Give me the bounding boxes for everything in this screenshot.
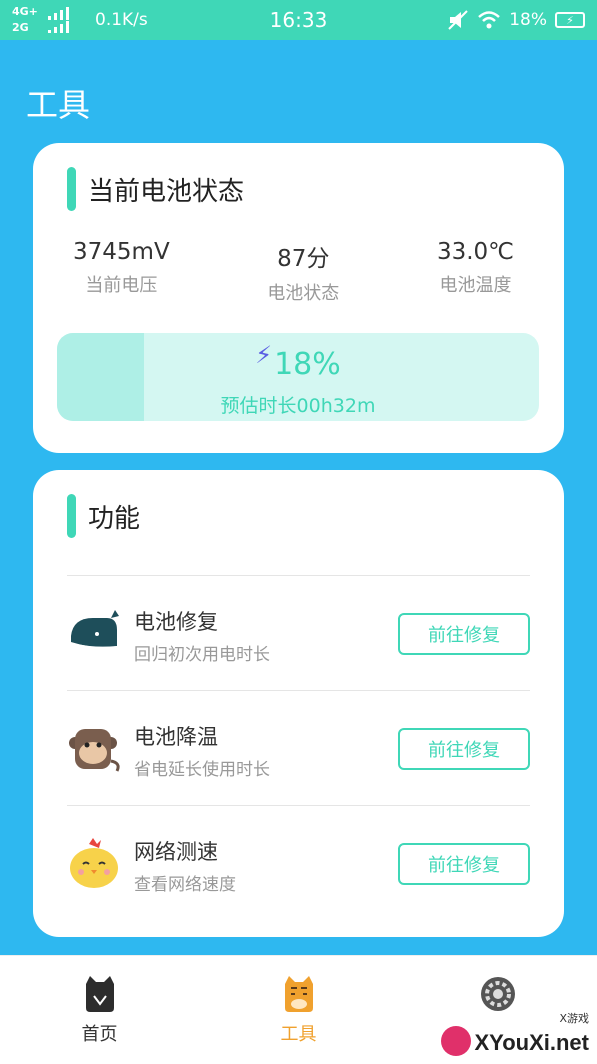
watermark-small: X游戏 <box>559 1012 589 1025</box>
go-repair-button[interactable]: 前往修复 <box>398 843 530 885</box>
battery-level-bar: ⚡18% 预估时长00h32m <box>57 333 539 421</box>
feature-row-speed-test: 网络测速 查看网络速度 前往修复 <box>67 806 530 921</box>
mute-icon <box>448 10 468 30</box>
watermark: X游戏 XYouXi.net <box>440 1012 590 1056</box>
lightning-icon: ⚡ <box>255 341 273 369</box>
feature-row-battery-repair: 电池修复 回归初次用电时长 前往修复 <box>67 576 530 691</box>
feature-title: 电池修复 <box>134 610 218 634</box>
battery-icon: ⚡ <box>555 12 585 28</box>
feature-title: 网络测速 <box>134 840 218 864</box>
tiger-icon <box>284 976 313 1012</box>
section-accent-bar <box>67 167 76 211</box>
monkey-icon <box>69 729 120 772</box>
stat-label: 当前电压 <box>85 275 158 296</box>
section-accent-bar <box>67 494 76 538</box>
battery-stats: 3745mV 当前电压 87分 电池状态 33.0℃ 电池温度 <box>33 239 564 305</box>
feature-row-battery-cooling: 电池降温 省电延长使用时长 前往修复 <box>67 691 530 806</box>
features-card: 功能 电池修复 回归初次用电时长 前往修复 电池降温 省电延长使用时长 前往修复 <box>33 470 564 937</box>
watermark-text: XYouXi.net <box>474 1030 590 1055</box>
status-bar: 4G+ 2G 0.1K/s 16:33 18% ⚡ <box>0 0 597 40</box>
battery-section-title: 当前电池状态 <box>88 176 245 207</box>
features-section-title: 功能 <box>88 503 141 534</box>
stat-label: 电池状态 <box>267 283 340 304</box>
gear-icon <box>480 977 515 1011</box>
features-section-header: 功能 <box>67 494 140 538</box>
go-repair-button[interactable]: 前往修复 <box>398 613 530 655</box>
stat-value: 33.0℃ <box>436 239 514 265</box>
stat-value: 3745mV <box>73 239 170 265</box>
page-title: 工具 <box>26 86 91 124</box>
stat-temperature: 33.0℃ 电池温度 <box>437 239 514 305</box>
feature-subtitle: 回归初次用电时长 <box>134 645 270 665</box>
battery-level-text: 18% <box>274 347 341 382</box>
battery-level-percent: ⚡18% <box>57 341 539 382</box>
tab-tools[interactable]: 工具 <box>199 956 398 1064</box>
feature-title: 电池降温 <box>134 725 218 749</box>
stat-label: 电池温度 <box>439 275 512 296</box>
whale-icon <box>71 610 119 652</box>
battery-status-card: 当前电池状态 3745mV 当前电压 87分 电池状态 33.0℃ 电池温度 ⚡… <box>33 143 564 453</box>
battery-estimate: 预估时长00h32m <box>220 395 376 417</box>
feature-subtitle: 省电延长使用时长 <box>134 760 270 780</box>
chick-icon <box>70 838 118 888</box>
cat-icon <box>85 976 114 1012</box>
tab-home[interactable]: 首页 <box>0 956 199 1064</box>
battery-section-header: 当前电池状态 <box>67 167 244 211</box>
stat-voltage: 3745mV 当前电压 <box>73 239 170 305</box>
feature-subtitle: 查看网络速度 <box>134 875 236 895</box>
go-repair-button[interactable]: 前往修复 <box>398 728 530 770</box>
gamepad-logo-icon <box>440 1026 471 1056</box>
battery-percent: 18% <box>509 10 547 30</box>
tab-label: 工具 <box>280 1024 317 1045</box>
stat-health: 87分 电池状态 <box>267 239 339 305</box>
stat-value: 87分 <box>277 246 330 272</box>
tab-label: 首页 <box>81 1024 118 1045</box>
wifi-icon <box>478 11 501 29</box>
